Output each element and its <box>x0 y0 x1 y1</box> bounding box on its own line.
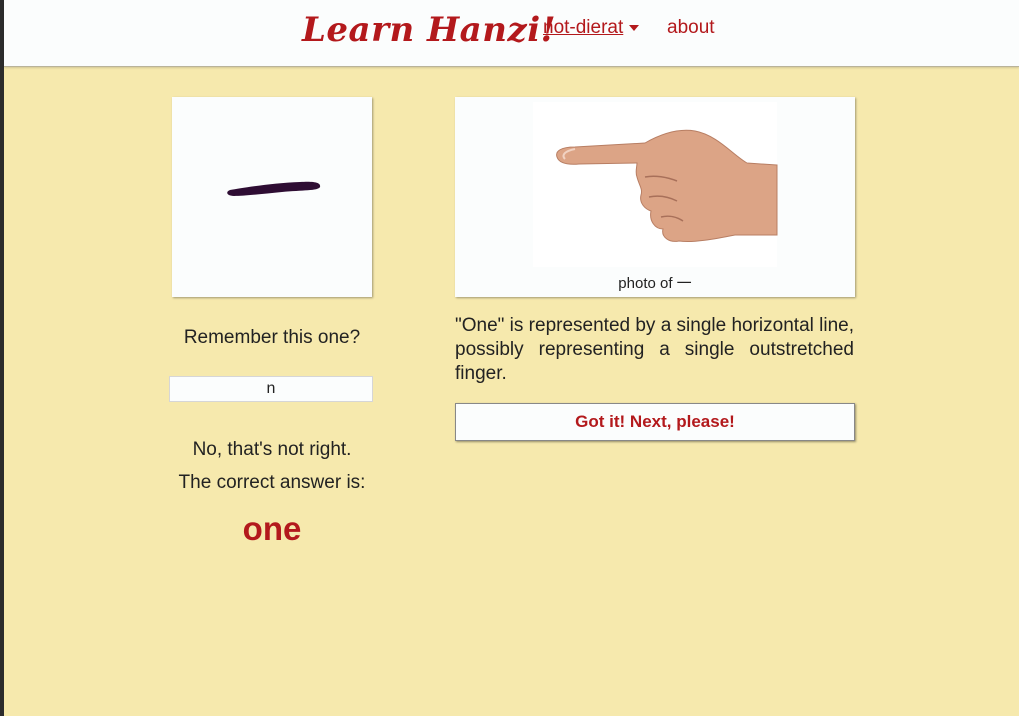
window-edge <box>0 0 4 716</box>
feedback-text: No, that's not right. <box>192 439 352 460</box>
photo-caption: photo of 一 <box>618 275 692 292</box>
site-logo[interactable]: Learn Hanzi! <box>302 10 556 50</box>
correct-answer-label: The correct answer is: <box>178 472 366 493</box>
top-nav-bar: Learn Hanzi! not-dierat about <box>4 0 1019 67</box>
next-button[interactable]: Got it! Next, please! <box>455 403 855 441</box>
question-prompt: Remember this one? <box>183 327 361 348</box>
user-menu-label[interactable]: not-dierat <box>543 17 623 38</box>
answer-input[interactable] <box>169 376 373 402</box>
correct-answer: one <box>242 510 302 547</box>
character-card <box>172 97 372 297</box>
caret-down-icon[interactable] <box>629 24 640 31</box>
pointing-hand-photo <box>533 102 778 267</box>
explanation-text: "One" is represented by a single horizon… <box>455 315 854 384</box>
photo-card: photo of 一 <box>455 97 855 297</box>
hanzi-character-image <box>227 181 321 196</box>
about-link[interactable]: about <box>667 17 715 39</box>
user-menu[interactable]: not-dierat <box>543 17 640 39</box>
